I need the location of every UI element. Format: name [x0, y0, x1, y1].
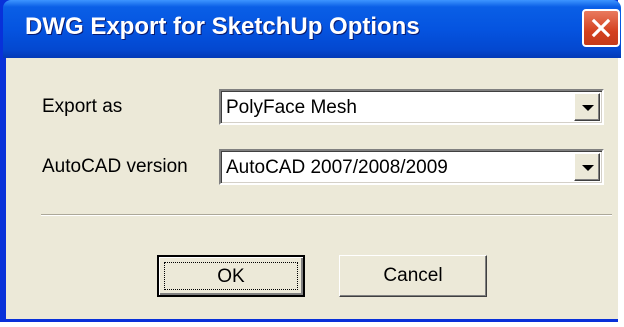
close-icon — [591, 18, 611, 38]
export-as-dropdown-button[interactable] — [574, 93, 600, 121]
export-as-label: Export as — [42, 96, 123, 117]
cancel-button[interactable]: Cancel — [339, 255, 487, 297]
autocad-version-dropdown-button[interactable] — [574, 153, 600, 181]
autocad-version-select[interactable]: AutoCAD 2007/2008/2009 — [219, 149, 604, 185]
autocad-version-label: AutoCAD version — [42, 156, 188, 177]
ok-button-label: OK — [217, 266, 245, 287]
dialog-body: Export as PolyFace Mesh AutoCAD version … — [6, 58, 618, 319]
title-bar[interactable]: DWG Export for SketchUp Options — [3, 0, 621, 58]
autocad-version-value: AutoCAD 2007/2008/2009 — [226, 157, 448, 178]
chevron-down-icon — [582, 105, 594, 111]
ok-button[interactable]: OK — [157, 255, 305, 297]
window-title: DWG Export for SketchUp Options — [25, 13, 420, 40]
cancel-button-label: Cancel — [383, 265, 443, 286]
export-as-value: PolyFace Mesh — [226, 97, 357, 118]
dialog-window: DWG Export for SketchUp Options Export a… — [0, 0, 621, 322]
export-as-select[interactable]: PolyFace Mesh — [219, 89, 604, 125]
chevron-down-icon — [582, 165, 594, 171]
separator — [41, 214, 612, 216]
close-button[interactable] — [582, 9, 620, 47]
